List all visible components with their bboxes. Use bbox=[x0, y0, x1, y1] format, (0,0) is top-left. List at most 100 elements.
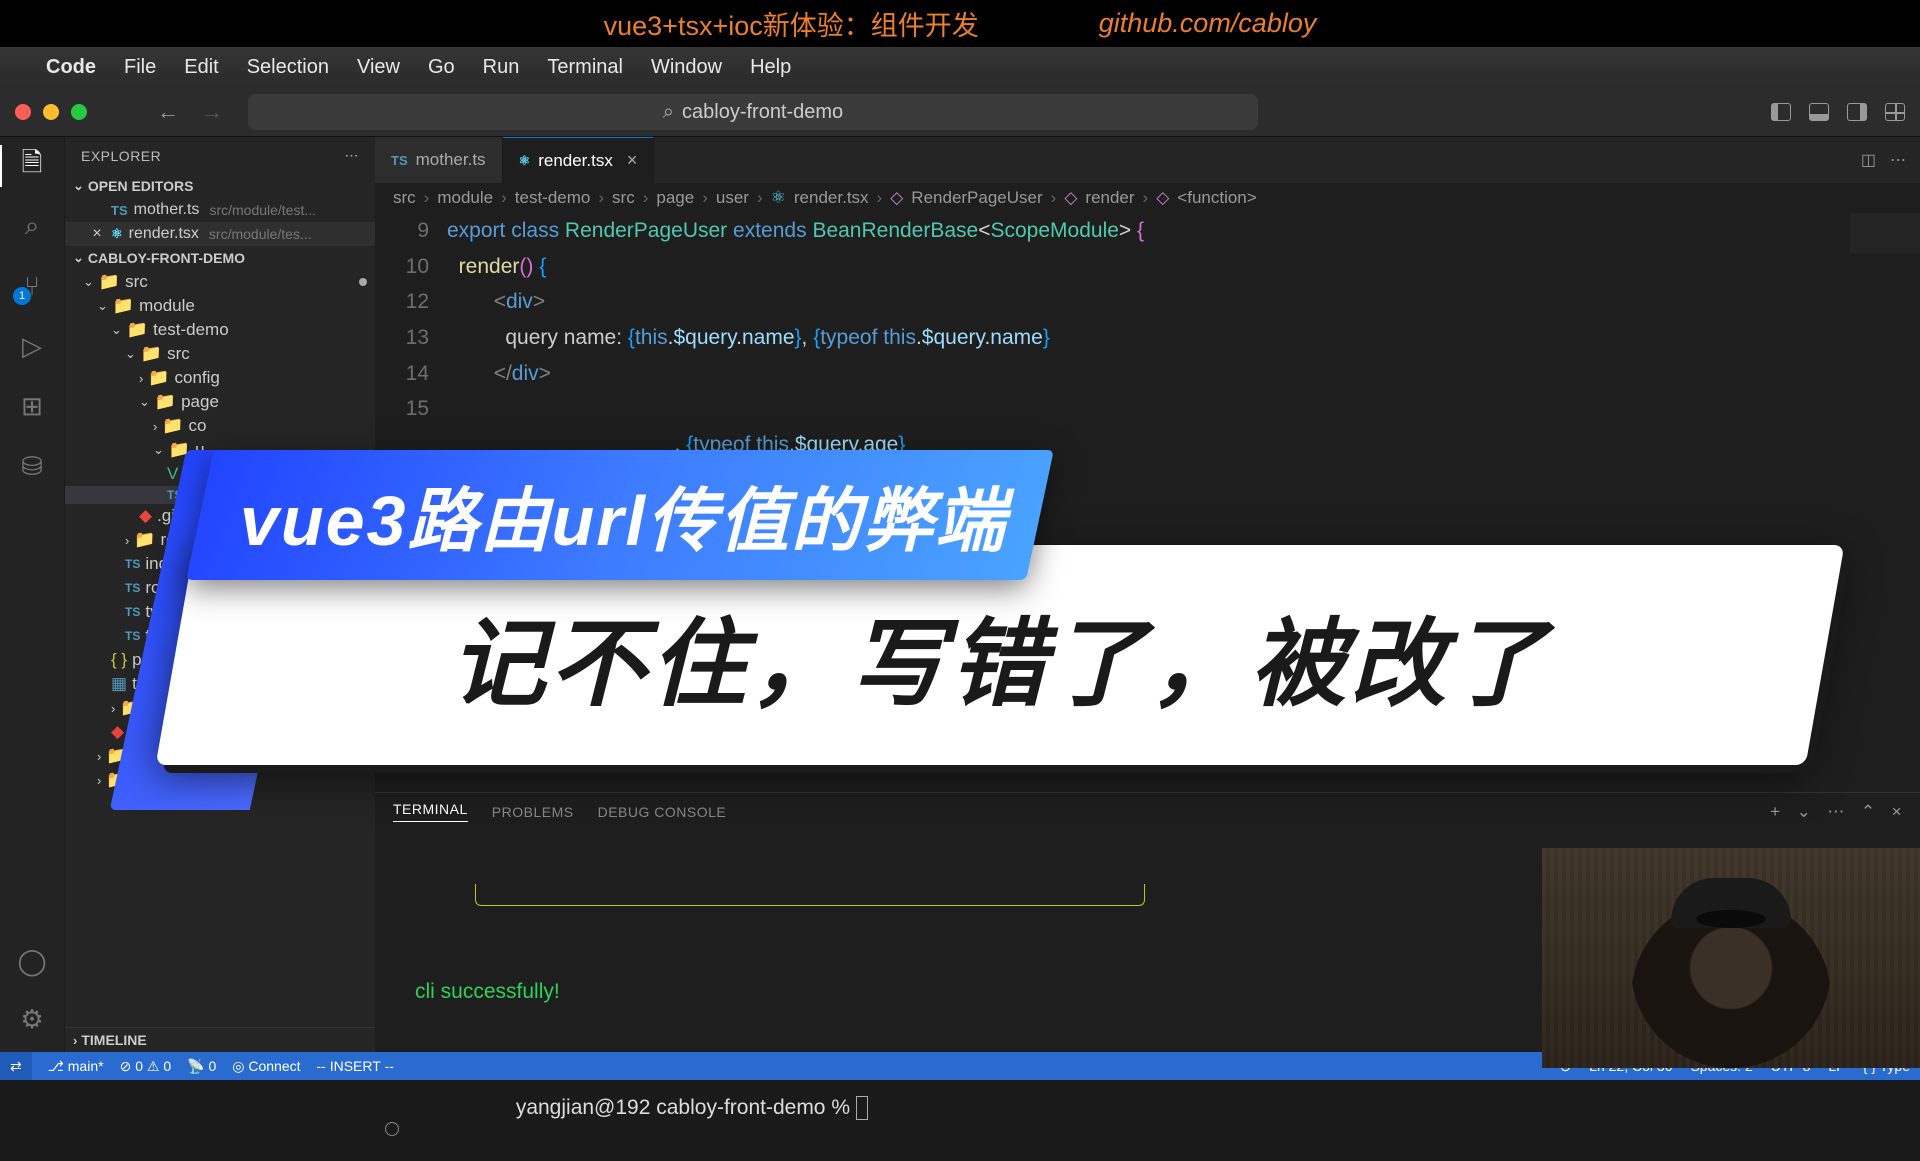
traffic-lights bbox=[15, 104, 87, 120]
account-icon[interactable]: ◯ bbox=[17, 946, 47, 976]
new-terminal-icon[interactable]: + bbox=[1770, 802, 1780, 822]
tab-label: render.tsx bbox=[538, 151, 613, 171]
tree-item[interactable]: ›📁co bbox=[65, 414, 375, 438]
sidebar-title: EXPLORER bbox=[81, 148, 161, 164]
nav-arrows: ← → bbox=[157, 99, 223, 125]
close-tab-icon[interactable]: × bbox=[627, 150, 638, 171]
split-editor-icon[interactable]: ◫ bbox=[1861, 150, 1876, 170]
banner-title-right: github.com/cabloy bbox=[1099, 8, 1317, 39]
open-editor-path: src/module/tes... bbox=[209, 226, 312, 242]
editor-tabs: TS mother.ts ⚛ render.tsx × ◫ ⋯ bbox=[375, 137, 1920, 183]
git-branch[interactable]: ⎇ main* bbox=[48, 1058, 104, 1075]
chevron-right-icon: › bbox=[73, 1033, 77, 1048]
ts-file-icon: TS bbox=[111, 203, 128, 218]
settings-gear-icon[interactable]: ⚙ bbox=[17, 1004, 47, 1034]
problems-tab[interactable]: PROBLEMS bbox=[492, 804, 574, 820]
menu-terminal[interactable]: Terminal bbox=[547, 56, 623, 79]
menu-window[interactable]: Window bbox=[651, 56, 722, 79]
customize-layout-icon[interactable] bbox=[1885, 103, 1905, 121]
terminal-cursor bbox=[856, 1096, 868, 1120]
sidebar-more-icon[interactable]: ⋯ bbox=[345, 147, 360, 164]
menu-help[interactable]: Help bbox=[750, 56, 791, 79]
tree-item[interactable]: ⌄📁module bbox=[65, 294, 375, 318]
nav-forward-icon[interactable]: → bbox=[201, 99, 223, 125]
tree-item[interactable]: ⌄📁src bbox=[65, 270, 375, 294]
chevron-down-icon: ⌄ bbox=[73, 250, 84, 266]
nav-back-icon[interactable]: ← bbox=[157, 99, 179, 125]
panel-more-icon[interactable]: ⋯ bbox=[1827, 802, 1845, 822]
database-activity-icon[interactable]: ⛁ bbox=[17, 451, 47, 481]
breadcrumb[interactable]: src› module› test-demo› src› page› user›… bbox=[375, 183, 1920, 213]
status-errors[interactable]: ⊘ 0 ⚠ 0 bbox=[120, 1058, 172, 1075]
close-window-icon[interactable] bbox=[15, 104, 31, 120]
banner-title-left: vue3+tsx+ioc新体验：组件开发 bbox=[604, 4, 979, 43]
tree-item[interactable]: ›📁config bbox=[65, 366, 375, 390]
terminal-output-box bbox=[475, 884, 1145, 906]
webcam-overlay bbox=[1542, 848, 1920, 1068]
search-icon: ⌕ bbox=[663, 101, 674, 124]
terminal-prompt-icon bbox=[385, 1122, 399, 1136]
menu-app[interactable]: Code bbox=[46, 56, 96, 79]
tab-mother[interactable]: TS mother.ts bbox=[375, 137, 503, 183]
tab-render[interactable]: ⚛ render.tsx × bbox=[503, 137, 655, 183]
open-editor-item[interactable]: × ⚛ render.tsx src/module/tes... bbox=[65, 222, 375, 246]
tab-more-icon[interactable]: ⋯ bbox=[1890, 150, 1906, 170]
open-editor-item[interactable]: TS mother.ts src/module/test... bbox=[65, 198, 375, 222]
terminal-dropdown-icon[interactable]: ⌄ bbox=[1797, 802, 1812, 822]
debug-activity-icon[interactable]: ▷ bbox=[17, 331, 47, 361]
toggle-secondary-sidebar-icon[interactable] bbox=[1847, 103, 1867, 121]
overlay-text-bottom: 记不住，写错了，被改了 bbox=[450, 586, 1550, 725]
minimize-window-icon[interactable] bbox=[43, 104, 59, 120]
tree-item[interactable]: ⌄📁page bbox=[65, 390, 375, 414]
menu-edit[interactable]: Edit bbox=[184, 56, 218, 79]
open-editor-name: mother.ts bbox=[134, 201, 200, 219]
overlay-banner-top: vue3路由url传值的弊端 bbox=[186, 450, 1054, 580]
overlay-text-top: vue3路由url传值的弊端 bbox=[240, 465, 1007, 566]
status-port[interactable]: 📡 0 bbox=[187, 1058, 216, 1075]
search-activity-icon[interactable]: ⌕ bbox=[17, 211, 47, 241]
toggle-panel-icon[interactable] bbox=[1809, 103, 1829, 121]
react-file-icon: ⚛ bbox=[111, 226, 123, 242]
react-file-icon: ⚛ bbox=[519, 153, 531, 169]
menu-run[interactable]: Run bbox=[483, 56, 520, 79]
tab-label: mother.ts bbox=[416, 150, 486, 170]
project-section[interactable]: ⌄ CABLOY-FRONT-DEMO bbox=[65, 246, 375, 270]
maximize-panel-icon[interactable]: ⌃ bbox=[1861, 802, 1876, 822]
explorer-activity-icon[interactable]: 🗎 bbox=[17, 151, 47, 181]
timeline-section[interactable]: › TIMELINE bbox=[65, 1027, 375, 1052]
debug-console-tab[interactable]: DEBUG CONSOLE bbox=[598, 804, 727, 820]
window-titlebar: ← → ⌕ cabloy-front-demo bbox=[0, 88, 1920, 137]
extensions-activity-icon[interactable]: ⊞ bbox=[17, 391, 47, 421]
terminal-prompt: yangjian@192 cabloy-front-demo % bbox=[516, 1096, 856, 1119]
command-center-text: cabloy-front-demo bbox=[682, 101, 843, 124]
tree-item[interactable]: ⌄📁test-demo bbox=[65, 318, 375, 342]
open-editor-name: render.tsx bbox=[129, 225, 199, 243]
status-connect[interactable]: ◎ Connect bbox=[232, 1058, 300, 1075]
minimap[interactable] bbox=[1850, 213, 1920, 792]
close-panel-icon[interactable]: × bbox=[1892, 802, 1902, 822]
webcam-brim bbox=[1696, 910, 1766, 928]
macos-menubar: Code File Edit Selection View Go Run Ter… bbox=[0, 47, 1920, 88]
scm-activity-icon[interactable]: ⑂1 bbox=[17, 271, 47, 301]
command-center[interactable]: ⌕ cabloy-front-demo bbox=[248, 94, 1258, 130]
chevron-down-icon: ⌄ bbox=[73, 178, 84, 194]
scm-badge: 1 bbox=[13, 287, 31, 305]
open-editor-path: src/module/test... bbox=[209, 202, 316, 218]
tree-item[interactable]: ⌄📁src bbox=[65, 342, 375, 366]
menu-selection[interactable]: Selection bbox=[247, 56, 329, 79]
panel-tabs: TERMINAL PROBLEMS DEBUG CONSOLE + ⌄ ⋯ ⌃ … bbox=[375, 793, 1920, 830]
video-banner: vue3+tsx+ioc新体验：组件开发 github.com/cabloy bbox=[0, 0, 1920, 47]
menu-view[interactable]: View bbox=[357, 56, 400, 79]
activity-bar: 🗎 ⌕ ⑂1 ▷ ⊞ ⛁ ◯ ⚙ bbox=[0, 137, 65, 1052]
toggle-sidebar-icon[interactable] bbox=[1771, 103, 1791, 121]
remote-indicator-icon[interactable]: ⇄ bbox=[0, 1052, 32, 1080]
terminal-tab[interactable]: TERMINAL bbox=[393, 801, 468, 822]
menu-file[interactable]: File bbox=[124, 56, 156, 79]
close-editor-icon[interactable]: × bbox=[89, 225, 105, 243]
maximize-window-icon[interactable] bbox=[71, 104, 87, 120]
sidebar-header: EXPLORER ⋯ bbox=[65, 137, 375, 174]
titlebar-actions bbox=[1771, 103, 1905, 121]
menu-go[interactable]: Go bbox=[428, 56, 455, 79]
open-editors-section[interactable]: ⌄ OPEN EDITORS bbox=[65, 174, 375, 198]
ts-file-icon: TS bbox=[391, 153, 408, 168]
